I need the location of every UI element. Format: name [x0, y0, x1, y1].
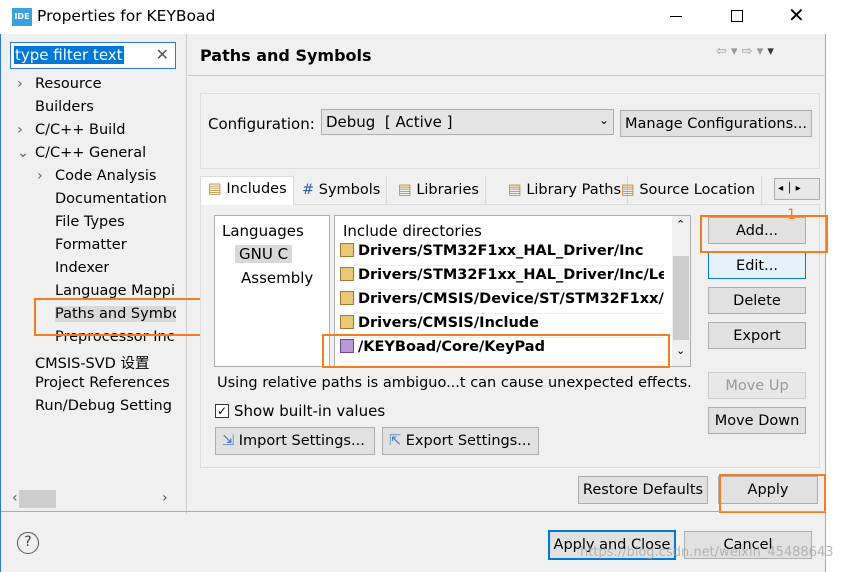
folder-icon: ▤ [208, 181, 227, 197]
tree-item[interactable]: Language Mappi [55, 283, 175, 299]
filter-text: type filter text [14, 46, 124, 64]
config-label: Configuration: [208, 115, 315, 133]
include-path: Drivers/CMSIS/Device/ST/STM32F1xx/... [358, 291, 664, 307]
annotation-number: 1 [787, 207, 796, 223]
tree-item[interactable]: Resource [35, 76, 102, 92]
page-title: Paths and Symbols [200, 46, 372, 65]
include-header: Include directories [343, 222, 482, 240]
chevron-right-icon[interactable]: › [17, 122, 23, 138]
tree-item[interactable]: File Types [55, 214, 125, 230]
close-button[interactable]: ✕ [788, 3, 805, 27]
tree-hscrollbar[interactable]: ‹ › [6, 490, 180, 508]
chevron-right-icon[interactable]: › [37, 168, 43, 184]
include-item[interactable]: Drivers/STM32F1xx_HAL_Driver/Inc/Le... [340, 267, 664, 290]
tree-item[interactable]: C/C++ Build [35, 122, 125, 138]
folder-icon: ▤ [398, 182, 417, 198]
tree-item[interactable]: Project References [35, 375, 170, 391]
move-down-button[interactable]: Move Down [708, 407, 806, 434]
tab-libraries[interactable]: ▤ Libraries [392, 176, 486, 204]
tree-item[interactable]: Indexer [55, 260, 109, 276]
tab-includes[interactable]: ▤ Includes [202, 175, 294, 203]
chevron-down-icon[interactable]: ⌄ [17, 145, 29, 161]
minimize-button[interactable] [670, 16, 682, 17]
include-item[interactable]: Drivers/STM32F1xx_HAL_Driver/Inc [340, 243, 664, 266]
tree-item[interactable]: Code Analysis [55, 168, 156, 184]
tree-item[interactable]: Run/Debug Setting [35, 398, 172, 414]
language-assembly[interactable]: Assembly [241, 269, 313, 287]
nav-arrows[interactable]: ⇦ ▾ ⇨ ▾ ▾ [716, 44, 774, 59]
highlight-keypad-entry [322, 334, 670, 368]
tab-library-paths[interactable]: ▤ Library Paths [502, 176, 629, 204]
scroll-right-icon[interactable]: › [162, 490, 168, 506]
tab-label: Library Paths [526, 182, 622, 198]
divider [186, 34, 187, 514]
import-icon: ⇲ [222, 433, 239, 449]
scroll-thumb[interactable] [19, 490, 56, 508]
watermark: https://blog.csdn.net/weixin_45488643 [580, 545, 834, 560]
include-folder-icon [340, 267, 354, 281]
ide-icon: IDE [12, 8, 32, 26]
maximize-button[interactable] [731, 10, 743, 22]
title-bar: IDE Properties for KEYBoad ✕ [0, 0, 826, 34]
export-icon: ⇱ [389, 433, 406, 449]
show-builtin-label: Show built-in values [234, 402, 386, 420]
export-settings-label: Export Settings... [405, 433, 532, 449]
include-path: Drivers/STM32F1xx_HAL_Driver/Inc [358, 243, 644, 259]
export-button[interactable]: Export [708, 322, 806, 349]
scroll-left-icon[interactable]: ‹ [12, 490, 18, 506]
tab-label: Libraries [416, 182, 479, 198]
config-select[interactable]: Debug [ Active ] ⌄ [321, 109, 614, 135]
hash-icon: # [302, 182, 319, 198]
edit-button[interactable]: Edit... [708, 252, 806, 279]
show-builtin-checkbox[interactable]: ✓ [215, 404, 229, 418]
include-folder-icon [340, 243, 354, 257]
highlight-paths-and-symbols [34, 298, 204, 336]
clear-icon[interactable]: ✕ [156, 45, 169, 64]
tree-item[interactable]: C/C++ General [35, 145, 146, 161]
include-item[interactable]: Drivers/CMSIS/Device/ST/STM32F1xx/... [340, 291, 664, 314]
scroll-thumb[interactable] [673, 256, 689, 340]
delete-button[interactable]: Delete [708, 287, 806, 314]
language-gnu-c[interactable]: GNU C [235, 245, 293, 263]
import-settings-label: Import Settings... [238, 433, 365, 449]
help-icon[interactable]: ? [17, 532, 39, 554]
tree-item[interactable]: Documentation [55, 191, 167, 207]
move-up-button[interactable]: Move Up [708, 372, 806, 399]
include-path: Drivers/STM32F1xx_HAL_Driver/Inc/Le... [358, 267, 664, 283]
chevron-down-icon: ⌄ [598, 113, 609, 127]
tab-scroll[interactable]: ◂ │ ▸ [774, 178, 820, 200]
filter-input[interactable]: type filter text ✕ [10, 42, 176, 69]
highlight-add-button [700, 215, 828, 253]
window-title: Properties for KEYBoad [37, 7, 216, 25]
languages-list[interactable]: Languages GNU C Assembly [214, 215, 330, 367]
chevron-right-icon[interactable]: › [17, 76, 23, 92]
export-settings-button[interactable]: ⇱ Export Settings... [382, 427, 539, 455]
tab-label: Source Location [639, 182, 756, 198]
import-settings-button[interactable]: ⇲ Import Settings... [215, 427, 375, 455]
tree-item[interactable]: Builders [35, 99, 94, 115]
folder-icon: ▤ [621, 182, 640, 198]
tab-symbols[interactable]: # Symbols [296, 176, 388, 204]
tab-label: Includes [226, 181, 287, 197]
tree-item[interactable]: Formatter [55, 237, 127, 253]
highlight-apply-button [719, 474, 826, 513]
manage-configurations-button[interactable]: Manage Configurations... [620, 110, 812, 137]
languages-header: Languages [222, 222, 304, 240]
include-folder-icon [340, 291, 354, 305]
folder-icon: ▤ [508, 182, 527, 198]
tree-item[interactable]: CMSIS-SVD 设置 [35, 352, 149, 373]
include-folder-icon [340, 315, 354, 329]
relative-path-warning: Using relative paths is ambiguo...t can … [217, 375, 692, 391]
divider [1, 511, 826, 512]
include-vscrollbar[interactable]: ⌃ ⌄ [672, 216, 690, 366]
config-value: Debug [ Active ] [326, 113, 453, 131]
tab-label: Symbols [318, 182, 381, 198]
divider [188, 75, 826, 76]
include-path: Drivers/CMSIS/Include [358, 315, 539, 331]
restore-defaults-button[interactable]: Restore Defaults [578, 476, 708, 504]
tab-source-location[interactable]: ▤ Source Location [615, 176, 763, 204]
